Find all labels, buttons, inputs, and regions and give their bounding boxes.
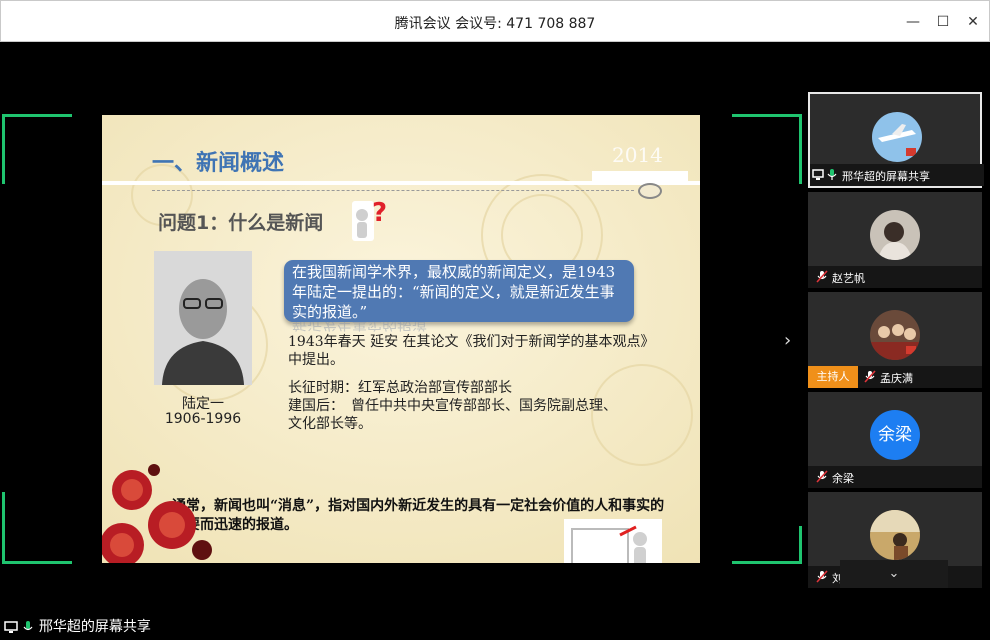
close-button[interactable]: ✕	[963, 12, 983, 32]
participant-card[interactable]: 邢华超的屏幕共享	[808, 92, 984, 188]
host-badge: 主持人	[808, 366, 858, 388]
participant-name: 孟庆满	[880, 372, 913, 385]
title-divider	[102, 181, 700, 185]
dotted-divider	[152, 190, 634, 191]
collapse-list-button[interactable]: ⌄	[840, 560, 948, 588]
avatar	[872, 112, 922, 162]
chevron-down-icon: ⌄	[888, 566, 900, 581]
share-frame-corner	[2, 114, 72, 184]
avatar: 余梁	[870, 410, 920, 460]
minimize-button[interactable]: —	[903, 12, 923, 32]
participant-card[interactable]: 赵艺帆	[808, 192, 982, 288]
portrait-years: 1906-1996	[164, 411, 242, 427]
participant-name: 赵艺帆	[832, 272, 865, 285]
screen-share-label: 邢华超的屏幕共享	[38, 619, 151, 635]
participant-name: 余梁	[832, 472, 854, 485]
chevron-right-icon[interactable]: ›	[784, 330, 791, 351]
window-title: 腾讯会议 会议号: 471 708 887	[394, 16, 596, 32]
screen-share-icon	[4, 621, 18, 633]
whiteboard-figure-icon	[564, 519, 662, 563]
participant-name-bar: 邢华超的屏幕共享	[810, 164, 984, 186]
participant-name: 邢华超的屏幕共享	[842, 170, 930, 183]
definition-callout: 在我国新闻学术界，最权威的新闻定义，是1943年陆定一提出的：“新闻的定义，就是…	[284, 260, 634, 322]
screen-share-icon	[812, 169, 824, 180]
divider-ornament	[638, 183, 662, 199]
screen-share-indicator: 邢华超的屏幕共享	[4, 616, 151, 636]
title-bar: 腾讯会议 会议号: 471 708 887 — ☐ ✕	[0, 0, 990, 42]
participant-name-bar: 赵艺帆	[808, 266, 982, 288]
mic-muted-icon	[816, 470, 828, 483]
avatar	[870, 310, 920, 360]
mic-muted-icon	[816, 570, 828, 583]
participant-card[interactable]: 余梁 余梁	[808, 392, 982, 488]
source-paragraph: 1943年春天 延安 在其论文《我们对于新闻学的基本观点》中提出。	[288, 334, 648, 368]
portrait-name: 陆定一	[182, 396, 224, 412]
share-frame-corner	[732, 526, 802, 564]
portrait-photo	[154, 251, 252, 385]
svg-text:?: ?	[372, 198, 387, 228]
question-mark-figure-icon: ?	[352, 198, 387, 241]
shared-screen-stage: 一、新闻概述 2014 问题1：什么是新闻 ? 陆定一 1906-1996 在我…	[0, 42, 806, 640]
share-frame-corner	[2, 492, 72, 564]
presentation-slide: 一、新闻概述 2014 问题1：什么是新闻 ? 陆定一 1906-1996 在我…	[102, 115, 700, 563]
career-line: 建国后： 曾任中共中央宣传部部长、国务院副总理、	[288, 398, 617, 414]
slide-year: 2014	[612, 143, 663, 167]
maximize-button[interactable]: ☐	[933, 12, 953, 32]
avatar	[870, 510, 920, 560]
slide-title: 一、新闻概述	[152, 151, 285, 176]
avatar	[870, 210, 920, 260]
share-frame-corner	[732, 114, 802, 184]
career-paragraph: 长征时期：红军总政治部宣传部部长 建国后： 曾任中共中央宣传部部长、国务院副总理…	[288, 379, 668, 433]
mic-on-icon	[827, 169, 837, 180]
flower-decoration-icon	[102, 464, 212, 563]
career-line: 文化部长等。	[288, 416, 372, 432]
mic-on-icon	[23, 621, 33, 631]
participant-name-bar: 余梁	[808, 466, 982, 488]
career-line: 长征时期：红军总政治部宣传部部长	[288, 380, 512, 396]
mic-muted-icon	[864, 370, 876, 383]
mic-muted-icon	[816, 270, 828, 283]
participant-name-bar: 主持人 孟庆满	[808, 366, 982, 388]
question-heading: 问题1：什么是新闻	[158, 212, 324, 234]
participant-card[interactable]: 主持人 孟庆满	[808, 292, 982, 388]
